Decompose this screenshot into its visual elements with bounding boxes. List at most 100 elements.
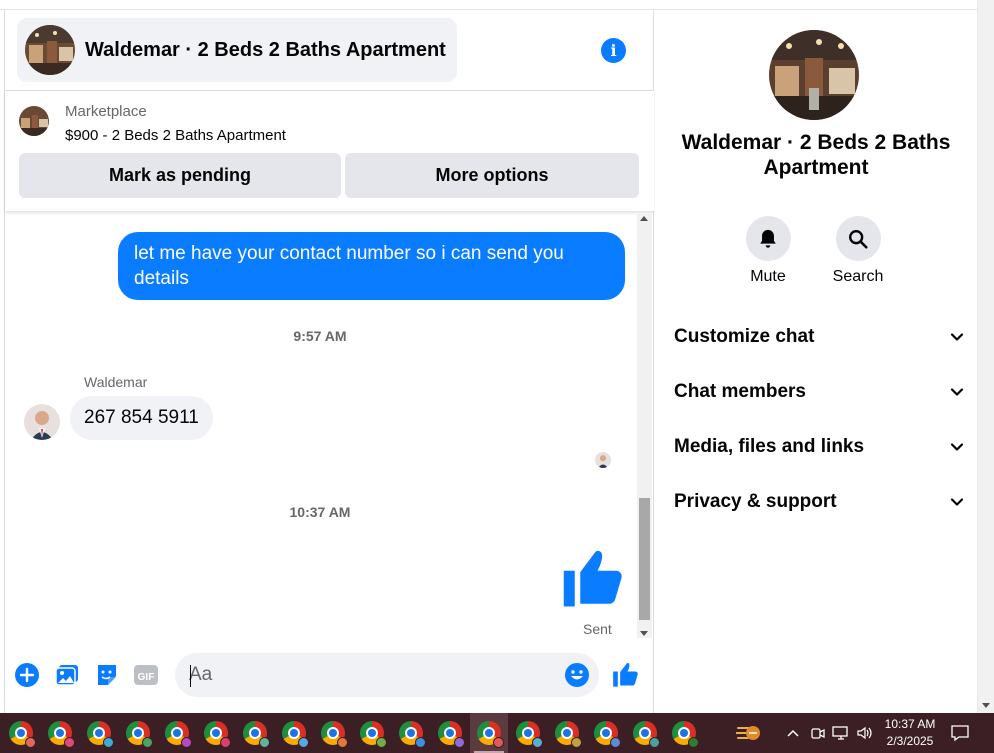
info-icon[interactable]: i: [601, 38, 626, 63]
profile-badge: [571, 737, 582, 748]
meet-now-icon[interactable]: [810, 725, 826, 741]
chrome-icon: [321, 721, 348, 748]
taskbar-chrome-icon[interactable]: [548, 713, 586, 753]
taskbar-chrome-icon[interactable]: [314, 713, 352, 753]
chrome-icon: [516, 721, 543, 748]
profile-badge: [415, 737, 426, 748]
chrome-icon: [594, 721, 621, 748]
taskbar-chrome-icon[interactable]: [236, 713, 274, 753]
mute-action[interactable]: Mute: [728, 216, 808, 286]
chrome-icon: [243, 721, 270, 748]
taskbar-chrome-icon[interactable]: [431, 713, 469, 753]
sent-like-icon[interactable]: [561, 546, 627, 612]
profile-badge: [64, 737, 75, 748]
message-timestamp: 9:57 AM: [293, 328, 347, 344]
taskbar-chrome-icon[interactable]: [470, 713, 508, 753]
profile-badge: [532, 737, 543, 748]
profile-badge: [103, 737, 114, 748]
plus-icon[interactable]: [14, 662, 40, 688]
text-caret: [190, 665, 191, 687]
search-icon[interactable]: [835, 216, 881, 261]
taskbar-clock[interactable]: 10:37 AM 2/3/2025: [882, 716, 938, 750]
section-label: Privacy & support: [674, 491, 837, 512]
message-input-wrapper[interactable]: [175, 653, 599, 697]
search-action[interactable]: Search: [818, 216, 898, 286]
sticker-icon[interactable]: [94, 662, 120, 688]
details-avatar[interactable]: [769, 30, 859, 120]
message-scrollbar[interactable]: [637, 214, 652, 638]
scroll-thumb[interactable]: [639, 498, 650, 620]
system-tray: [786, 713, 874, 753]
profile-badge: [25, 737, 36, 748]
page-scrollbar[interactable]: [977, 0, 994, 713]
conversation-avatar: [25, 25, 75, 75]
listing-title[interactable]: $900 - 2 Beds 2 Baths Apartment: [65, 127, 286, 144]
profile-badge: [454, 737, 465, 748]
taskbar-chrome-icon[interactable]: [119, 713, 157, 753]
taskbar-chrome-icon[interactable]: [41, 713, 79, 753]
chrome-icon: [438, 721, 465, 748]
network-icon[interactable]: [832, 725, 850, 741]
gif-icon[interactable]: GIF: [133, 662, 159, 688]
chevron-down-icon: [950, 498, 964, 506]
taskbar-chrome-icon[interactable]: [2, 713, 40, 753]
chevron-up-icon[interactable]: [786, 726, 800, 740]
section-media-files-links[interactable]: Media, files and links: [674, 432, 964, 462]
section-chat-members[interactable]: Chat members: [674, 377, 964, 407]
chrome-icon: [9, 721, 36, 748]
seen-receipt-avatar: [595, 452, 611, 468]
taskbar-chrome-icon[interactable]: [275, 713, 313, 753]
top-strip: [0, 0, 977, 10]
profile-badge: [649, 737, 660, 748]
volume-icon[interactable]: [856, 725, 874, 741]
messenger-window: Waldemar · 2 Beds 2 Baths Apartment i Ma…: [0, 0, 994, 753]
taskbar-app-fast[interactable]: [730, 713, 768, 753]
emoji-icon[interactable]: [564, 662, 590, 688]
chat-header[interactable]: Waldemar · 2 Beds 2 Baths Apartment: [17, 18, 457, 82]
notification-icon[interactable]: [950, 723, 970, 743]
section-privacy-support[interactable]: Privacy & support: [674, 487, 964, 517]
taskbar-chrome-icon[interactable]: [80, 713, 118, 753]
chevron-down-icon: [950, 443, 964, 451]
photo-icon[interactable]: [54, 662, 80, 688]
message-timestamp: 10:37 AM: [289, 504, 351, 520]
taskbar-chrome-icon[interactable]: [665, 713, 703, 753]
mute-label: Mute: [750, 268, 786, 285]
chat-pane: Waldemar · 2 Beds 2 Baths Apartment i Ma…: [4, 10, 654, 713]
scroll-up-arrow[interactable]: [640, 216, 648, 221]
mark-pending-button[interactable]: Mark as pending: [19, 153, 341, 198]
profile-badge: [337, 737, 348, 748]
taskbar-chrome-icon[interactable]: [353, 713, 391, 753]
taskbar-chrome-icon[interactable]: [509, 713, 547, 753]
scroll-down-arrow[interactable]: [982, 703, 990, 708]
taskbar-chrome-icon[interactable]: [587, 713, 625, 753]
section-customize-chat[interactable]: Customize chat: [674, 322, 964, 352]
chrome-icon: [477, 721, 504, 748]
profile-badge: [298, 737, 309, 748]
taskbar-chrome-icon[interactable]: [626, 713, 664, 753]
sender-avatar[interactable]: [24, 404, 60, 440]
taskbar-chrome-icon[interactable]: [392, 713, 430, 753]
like-icon[interactable]: [612, 661, 638, 687]
outgoing-message[interactable]: let me have your contact number so i can…: [118, 232, 625, 300]
scroll-down-arrow[interactable]: [640, 631, 648, 636]
conversation-details-pane: Waldemar · 2 Beds 2 Baths Apartment Mute…: [655, 10, 977, 713]
taskbar-chrome-icon[interactable]: [158, 713, 196, 753]
marketplace-label: Marketplace: [65, 103, 147, 120]
more-options-button[interactable]: More options: [345, 153, 639, 198]
clock-date: 2/3/2025: [886, 734, 934, 748]
profile-badge: [610, 737, 621, 748]
profile-badge: [220, 737, 231, 748]
bell-icon[interactable]: [745, 216, 791, 261]
listing-thumbnail[interactable]: [19, 106, 49, 136]
conversation-title: Waldemar · 2 Beds 2 Baths Apartment: [85, 38, 446, 61]
chrome-icon: [48, 721, 75, 748]
chevron-down-icon: [950, 333, 964, 341]
section-label: Customize chat: [674, 326, 815, 347]
profile-badge: [259, 737, 270, 748]
taskbar-chrome-icon[interactable]: [197, 713, 235, 753]
message-input[interactable]: [189, 653, 549, 697]
chrome-icon: [399, 721, 426, 748]
search-label: Search: [832, 268, 884, 285]
incoming-message[interactable]: 267 854 5911: [70, 396, 213, 440]
